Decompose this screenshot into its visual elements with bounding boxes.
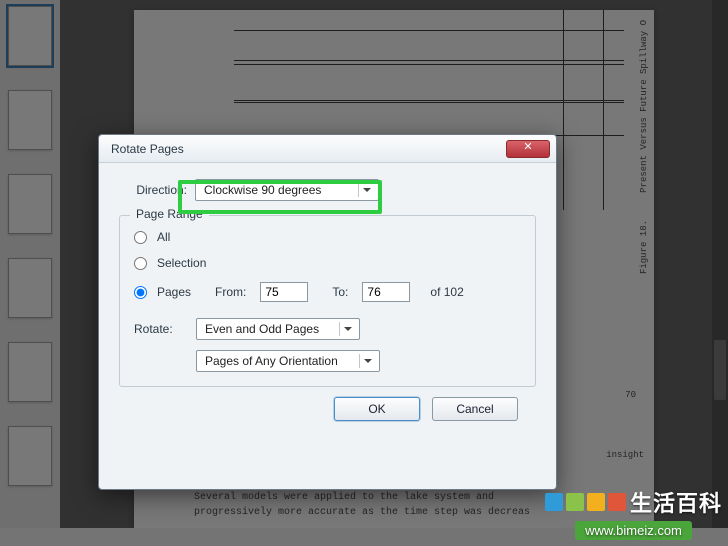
from-input[interactable] [260,282,308,302]
cancel-button[interactable]: Cancel [432,397,518,421]
rotate-pages-select[interactable]: Even and Odd Pages [196,318,360,340]
to-label: To: [332,285,348,299]
rotate-label: Rotate: [134,322,184,336]
dialog-title: Rotate Pages [111,142,506,156]
close-icon: ✕ [523,142,532,153]
chevron-down-icon [359,354,375,368]
thumbnail-panel[interactable] [0,0,60,546]
ok-button[interactable]: OK [334,397,420,421]
page-thumbnail[interactable] [8,6,52,66]
page-thumbnail[interactable] [8,90,52,150]
range-all-label: All [157,230,170,244]
page-thumbnail[interactable] [8,258,52,318]
margin-note: insight [606,450,644,460]
page-thumbnail[interactable] [8,174,52,234]
page-body-text: Several models were applied to the lake … [194,490,614,520]
rotate-orientation-select-value: Pages of Any Orientation [205,354,338,368]
dialog-titlebar[interactable]: Rotate Pages ✕ [99,135,556,163]
direction-label: Direction: [119,183,187,197]
figure-ylabel: Present Versus Future Spillway O [640,20,650,193]
range-selection-radio[interactable] [134,257,147,270]
from-label: From: [215,285,246,299]
range-pages-label: Pages [157,285,191,299]
of-total-label: of 102 [430,285,463,299]
rotate-pages-select-value: Even and Odd Pages [205,322,319,336]
page-range-legend: Page Range [130,207,209,221]
rotate-orientation-select[interactable]: Pages of Any Orientation [196,350,380,372]
page-thumbnail[interactable] [8,342,52,402]
rotate-pages-dialog: Rotate Pages ✕ Direction: Clockwise 90 d… [98,134,557,490]
close-button[interactable]: ✕ [506,140,550,158]
scrollbar-thumb[interactable] [714,340,726,400]
range-pages-radio[interactable] [134,286,147,299]
chevron-down-icon [358,183,374,197]
page-footer-num: 70 [625,390,636,400]
page-range-group: Page Range All Selection Pages From: To:… [119,215,536,387]
range-all-radio[interactable] [134,231,147,244]
status-bar [0,528,728,546]
page-thumbnail[interactable] [8,426,52,486]
figure-number: Figure 18. [640,220,650,274]
vertical-scrollbar[interactable] [712,0,728,546]
direction-select[interactable]: Clockwise 90 degrees [195,179,379,201]
range-selection-label: Selection [157,256,206,270]
direction-select-value: Clockwise 90 degrees [204,183,321,197]
to-input[interactable] [362,282,410,302]
chevron-down-icon [339,322,355,336]
